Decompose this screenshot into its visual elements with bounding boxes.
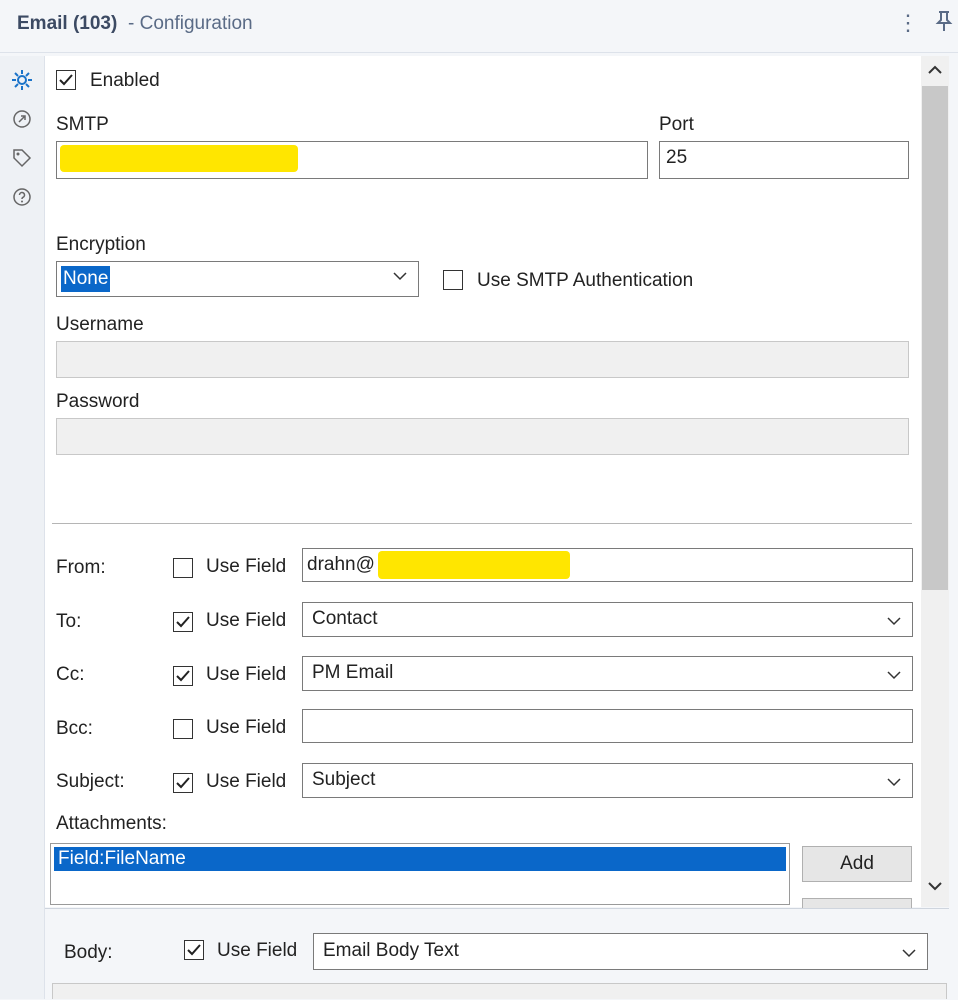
from-value: drahn@	[307, 554, 375, 575]
password-label: Password	[56, 391, 140, 412]
smtp-auth-checkbox[interactable]	[443, 270, 463, 290]
help-icon[interactable]	[10, 185, 34, 209]
password-input[interactable]	[56, 418, 909, 455]
port-value: 25	[666, 147, 688, 168]
to-select[interactable]: Contact	[302, 602, 913, 637]
subject-label: Subject:	[56, 771, 125, 792]
bcc-use-field-label: Use Field	[206, 717, 287, 738]
bcc-input[interactable]	[302, 709, 913, 743]
enabled-checkbox[interactable]	[56, 70, 76, 90]
subject-select[interactable]: Subject	[302, 763, 913, 798]
to-label: To:	[56, 611, 82, 632]
bcc-label: Bcc:	[56, 718, 93, 739]
gear-icon[interactable]	[10, 68, 34, 92]
bcc-use-field-checkbox[interactable]	[173, 719, 193, 739]
smtp-auth-label: Use SMTP Authentication	[477, 270, 694, 291]
pin-icon[interactable]	[935, 10, 953, 38]
kebab-menu-icon[interactable]: ⋮	[897, 10, 919, 36]
cc-select[interactable]: PM Email	[302, 656, 913, 691]
cc-use-field-checkbox[interactable]	[173, 666, 193, 686]
attachments-label: Attachments:	[56, 813, 167, 834]
to-use-field-checkbox[interactable]	[173, 612, 193, 632]
subject-use-field-checkbox[interactable]	[173, 773, 193, 793]
body-text-area[interactable]	[52, 983, 947, 999]
username-input[interactable]	[56, 341, 909, 378]
from-input[interactable]: drahn@	[302, 548, 913, 582]
smtp-label: SMTP	[56, 114, 109, 135]
from-use-field-label: Use Field	[206, 556, 287, 577]
encryption-select[interactable]: None	[56, 261, 419, 297]
subject-value: Subject	[312, 769, 376, 790]
connection-icon[interactable]	[10, 107, 34, 131]
to-use-field-label: Use Field	[206, 610, 287, 631]
cc-label: Cc:	[56, 664, 85, 685]
add-button-label: Add	[840, 853, 874, 874]
scroll-down-icon[interactable]	[927, 878, 943, 900]
body-select[interactable]: Email Body Text	[313, 933, 928, 970]
enabled-label: Enabled	[90, 70, 160, 91]
remove-attachment-button[interactable]	[802, 898, 912, 908]
redacted-from-domain	[378, 551, 570, 579]
to-value: Contact	[312, 608, 378, 629]
chevron-down-icon	[887, 778, 901, 787]
scroll-up-icon[interactable]	[927, 62, 943, 84]
attachments-list[interactable]: Field:FileName	[50, 843, 790, 905]
subject-use-field-label: Use Field	[206, 771, 287, 792]
chevron-down-icon	[887, 671, 901, 680]
encryption-value: None	[61, 266, 111, 292]
panel-subtitle: - Configuration	[128, 13, 253, 34]
chevron-down-icon	[902, 949, 916, 958]
from-label: From:	[56, 557, 106, 578]
smtp-input[interactable]	[56, 141, 648, 179]
port-label: Port	[659, 114, 694, 135]
body-use-field-label: Use Field	[217, 940, 298, 961]
redacted-smtp-host	[60, 145, 298, 172]
username-label: Username	[56, 314, 144, 335]
body-value: Email Body Text	[323, 940, 459, 961]
body-use-field-checkbox[interactable]	[184, 940, 204, 960]
cc-value: PM Email	[312, 662, 394, 683]
chevron-down-icon	[887, 617, 901, 626]
cc-use-field-label: Use Field	[206, 664, 287, 685]
tag-icon[interactable]	[10, 146, 34, 170]
tool-title: Email (103)	[17, 13, 118, 34]
list-item[interactable]: Field:FileName	[54, 847, 786, 871]
from-use-field-checkbox[interactable]	[173, 558, 193, 578]
chevron-down-icon	[393, 272, 407, 281]
body-label: Body:	[64, 942, 113, 963]
port-input[interactable]: 25	[659, 141, 909, 179]
scrollbar-thumb[interactable]	[922, 86, 948, 590]
section-divider	[52, 523, 912, 524]
encryption-label: Encryption	[56, 234, 146, 255]
add-attachment-button[interactable]: Add	[802, 846, 912, 882]
